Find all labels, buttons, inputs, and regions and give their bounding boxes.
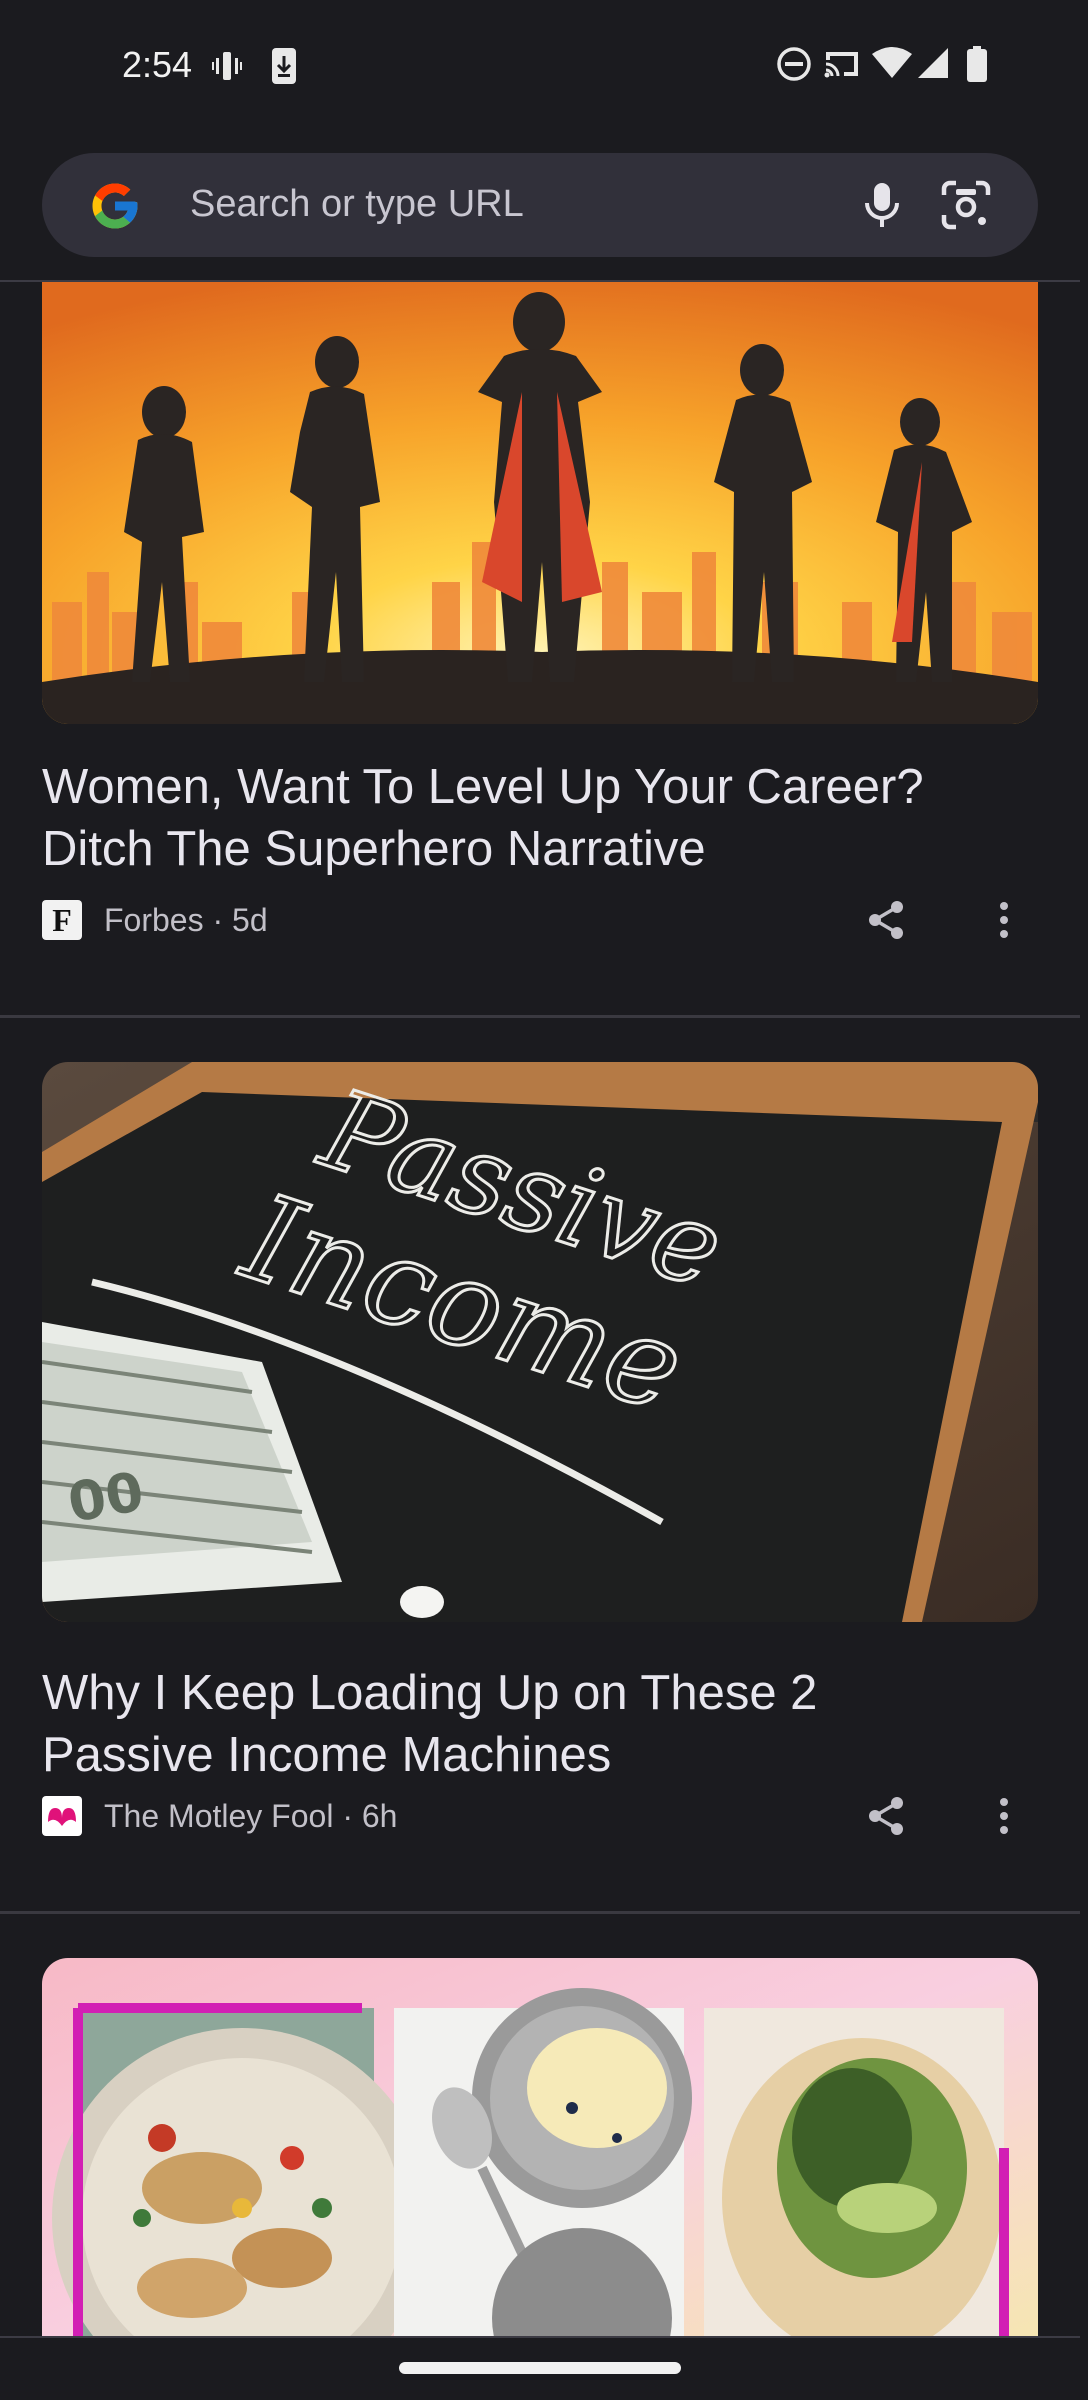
- article-title[interactable]: Women, Want To Level Up Your Career? Dit…: [42, 756, 1022, 880]
- lens-icon[interactable]: [938, 177, 994, 238]
- share-icon[interactable]: [864, 1794, 908, 1843]
- mic-icon[interactable]: [854, 177, 910, 238]
- edge-padding: [1080, 0, 1088, 2400]
- news-feed[interactable]: Women, Want To Level Up Your Career? Dit…: [0, 282, 1088, 2336]
- screen: 2:54 Search or type URL Women, Want To L…: [0, 0, 1088, 2400]
- gesture-navigation-bar[interactable]: [399, 2362, 681, 2374]
- forbes-logo-icon: F: [42, 900, 82, 940]
- article-meta: F Forbes · 5d: [42, 896, 1038, 944]
- article-title-line: Ditch The Superhero Narrative: [42, 822, 706, 876]
- search-bar[interactable]: Search or type URL: [42, 153, 1038, 257]
- cast-icon: [822, 46, 862, 82]
- more-options-icon[interactable]: [994, 898, 1014, 947]
- article-image[interactable]: [42, 1958, 1038, 2336]
- card-divider: [0, 1015, 1080, 1018]
- more-options-icon[interactable]: [994, 1794, 1014, 1843]
- article-image[interactable]: Passive Income 00: [42, 1062, 1038, 1622]
- article-title-line: Why I Keep Loading Up on These 2: [42, 1666, 818, 1720]
- status-time: 2:54: [122, 44, 193, 85]
- nav-divider: [0, 2336, 1080, 2338]
- battery-icon: [966, 46, 988, 82]
- google-logo-icon: [88, 179, 142, 238]
- signal-icon: [916, 46, 950, 80]
- motley-fool-logo-icon: [42, 1796, 82, 1836]
- download-icon: [270, 46, 298, 86]
- superhero-women-silhouettes-image: [42, 282, 1038, 724]
- status-bar: 2:54: [0, 0, 1088, 136]
- do-not-disturb-icon: [776, 46, 812, 82]
- article-image[interactable]: [42, 282, 1038, 724]
- vibrate-icon: [212, 46, 242, 86]
- food-collage-image: [42, 1958, 1038, 2336]
- passive-income-chalkboard-image: Passive Income 00: [42, 1062, 1038, 1622]
- article-title-line: Passive Income Machines: [42, 1728, 612, 1782]
- svg-text:00: 00: [63, 1460, 148, 1535]
- article-meta: The Motley Fool · 6h: [42, 1792, 1038, 1840]
- share-icon[interactable]: [864, 898, 908, 947]
- article-title-line: Women, Want To Level Up Your Career?: [42, 760, 924, 814]
- wifi-icon: [872, 46, 912, 80]
- article-title[interactable]: Why I Keep Loading Up on These 2 Passive…: [42, 1662, 1022, 1786]
- article-source: Forbes · 5d: [104, 902, 268, 938]
- article-source: The Motley Fool · 6h: [104, 1798, 398, 1834]
- card-divider: [0, 1911, 1080, 1914]
- search-input[interactable]: Search or type URL: [190, 183, 524, 226]
